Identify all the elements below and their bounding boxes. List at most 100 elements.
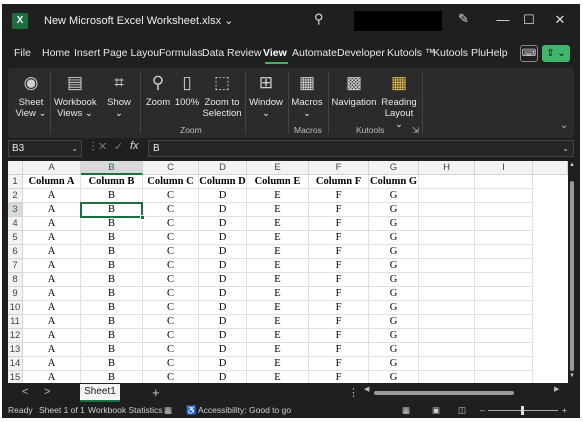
- cell-d2[interactable]: D: [199, 189, 247, 203]
- cell-a11[interactable]: A: [23, 315, 81, 329]
- cell-e2[interactable]: E: [247, 189, 309, 203]
- chevron-down-icon[interactable]: ⌄: [71, 141, 78, 156]
- accessibility-icon[interactable]: ♿: [186, 405, 197, 416]
- cell-b11[interactable]: B: [81, 315, 143, 329]
- navigation-button[interactable]: ▩ Navigation: [330, 68, 378, 108]
- cell-b14[interactable]: B: [81, 357, 143, 371]
- cell-d12[interactable]: D: [199, 329, 247, 343]
- cell-i14[interactable]: [475, 357, 533, 371]
- cell-a4[interactable]: A: [23, 217, 81, 231]
- cell-h11[interactable]: [419, 315, 475, 329]
- cell-d13[interactable]: D: [199, 343, 247, 357]
- menu-item-data[interactable]: Data: [202, 47, 224, 59]
- row-header-2[interactable]: 2: [8, 189, 23, 203]
- horizontal-scrollbar[interactable]: ◀ ▶: [364, 386, 562, 397]
- cell-b9[interactable]: B: [81, 287, 143, 301]
- row-header-14[interactable]: 14: [8, 357, 23, 371]
- menu-item-automate[interactable]: Automate: [292, 47, 337, 59]
- cell-c6[interactable]: C: [143, 245, 199, 259]
- cell-h9[interactable]: [419, 287, 475, 301]
- cell-f2[interactable]: F: [309, 189, 369, 203]
- zoom-out-button[interactable]: –: [480, 405, 485, 415]
- cell-a8[interactable]: A: [23, 273, 81, 287]
- column-header-a[interactable]: A: [23, 161, 81, 175]
- cell-h4[interactable]: [419, 217, 475, 231]
- cell-i6[interactable]: [475, 245, 533, 259]
- cell-e15[interactable]: E: [247, 371, 309, 383]
- normal-view-icon[interactable]: ▦: [402, 405, 410, 416]
- fill-handle[interactable]: [140, 215, 145, 220]
- cell-c10[interactable]: C: [143, 301, 199, 315]
- cell-g14[interactable]: G: [369, 357, 419, 371]
- cell-a10[interactable]: A: [23, 301, 81, 315]
- page-break-view-icon[interactable]: ◫: [458, 405, 466, 416]
- row-header-15[interactable]: 15: [8, 371, 23, 383]
- cell-e8[interactable]: E: [247, 273, 309, 287]
- workbook-statistics-button[interactable]: Workbook Statistics: [88, 405, 162, 415]
- cell-c15[interactable]: C: [143, 371, 199, 383]
- menu-item-page-layou[interactable]: Page Layou: [103, 47, 159, 59]
- row-header-3[interactable]: 3: [8, 203, 23, 217]
- cell-f7[interactable]: F: [309, 259, 369, 273]
- cell-a5[interactable]: A: [23, 231, 81, 245]
- cell-e5[interactable]: E: [247, 231, 309, 245]
- zoom-in-button[interactable]: +: [562, 405, 567, 415]
- row-header-11[interactable]: 11: [8, 315, 23, 329]
- cell-g3[interactable]: G: [369, 203, 419, 217]
- cell-c3[interactable]: C: [143, 203, 199, 217]
- cell-c14[interactable]: C: [143, 357, 199, 371]
- cell-h6[interactable]: [419, 245, 475, 259]
- cell-h3[interactable]: [419, 203, 475, 217]
- chevron-down-icon[interactable]: ⌄: [562, 141, 569, 156]
- share-button[interactable]: ⇪ ⌄: [542, 45, 570, 62]
- menu-item-review[interactable]: Review: [227, 47, 261, 59]
- cell-f8[interactable]: F: [309, 273, 369, 287]
- cell-e10[interactable]: E: [247, 301, 309, 315]
- cell-b5[interactable]: B: [81, 231, 143, 245]
- cell-f3[interactable]: F: [309, 203, 369, 217]
- cell-d7[interactable]: D: [199, 259, 247, 273]
- cell-d14[interactable]: D: [199, 357, 247, 371]
- menu-item-kutools-plu[interactable]: Kutools Plu: [433, 47, 486, 59]
- close-button[interactable]: ✕: [549, 10, 571, 30]
- cell-a7[interactable]: A: [23, 259, 81, 273]
- cell-d15[interactable]: D: [199, 371, 247, 383]
- cell-h2[interactable]: [419, 189, 475, 203]
- cell-h12[interactable]: [419, 329, 475, 343]
- cell-a15[interactable]: A: [23, 371, 81, 383]
- column-header-i[interactable]: I: [475, 161, 533, 175]
- worksheet-grid[interactable]: A B C D E F G H I 1 Column A Column B Column C Column…: [8, 161, 568, 383]
- select-all-corner[interactable]: [8, 161, 23, 175]
- cell-g10[interactable]: G: [369, 301, 419, 315]
- cell-c5[interactable]: C: [143, 231, 199, 245]
- cell-b4[interactable]: B: [81, 217, 143, 231]
- column-header-f[interactable]: F: [309, 161, 369, 175]
- cell-h14[interactable]: [419, 357, 475, 371]
- cell-g5[interactable]: G: [369, 231, 419, 245]
- row-header-13[interactable]: 13: [8, 343, 23, 357]
- macros-button[interactable]: ▦ Macros ⌄: [290, 68, 324, 119]
- scroll-left-icon[interactable]: ◀: [364, 385, 369, 393]
- column-header-b[interactable]: B: [81, 161, 143, 175]
- menu-item-view[interactable]: View: [263, 47, 287, 59]
- dialog-launcher-icon[interactable]: ⇲: [412, 125, 419, 136]
- row-header-9[interactable]: 9: [8, 287, 23, 301]
- document-title[interactable]: New Microsoft Excel Worksheet.xlsx ⌄: [44, 14, 233, 27]
- search-icon[interactable]: ⚲: [314, 11, 330, 29]
- cell-c11[interactable]: C: [143, 315, 199, 329]
- cell-h1[interactable]: [419, 175, 475, 189]
- insert-function-icon[interactable]: fx: [130, 140, 139, 152]
- enter-icon[interactable]: ✓: [114, 140, 123, 153]
- menu-item-home[interactable]: Home: [42, 47, 70, 59]
- comments-button[interactable]: ⌨: [520, 45, 538, 62]
- cell-g15[interactable]: G: [369, 371, 419, 383]
- cell-i1[interactable]: [475, 175, 533, 189]
- more-icon[interactable]: ⋮: [88, 141, 98, 152]
- pen-icon[interactable]: ✎: [458, 11, 469, 27]
- cell-i11[interactable]: [475, 315, 533, 329]
- column-header-d[interactable]: D: [199, 161, 247, 175]
- formula-input[interactable]: B ⌄: [148, 140, 574, 157]
- zoom-slider-knob[interactable]: [521, 406, 524, 415]
- cell-i13[interactable]: [475, 343, 533, 357]
- cell-d11[interactable]: D: [199, 315, 247, 329]
